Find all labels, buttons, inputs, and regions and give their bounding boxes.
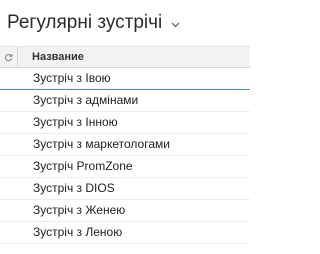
row-label: Зустріч з Інною — [33, 115, 118, 129]
row-label: Зустріч з Женею — [33, 203, 126, 217]
page-title-dropdown[interactable]: Регулярні зустрічі — [7, 12, 180, 34]
grid-header: Название — [0, 46, 250, 68]
column-header-name[interactable]: Название — [32, 51, 84, 64]
table-row[interactable]: Зустріч з адмінами — [0, 90, 250, 112]
refresh-button[interactable] — [0, 47, 18, 68]
row-label: Зустріч з Івою — [33, 71, 111, 85]
row-label: Зустріч з DIOS — [33, 181, 115, 195]
table-row[interactable]: Зустріч PromZone — [0, 156, 250, 178]
row-label: Зустріч PromZone — [33, 159, 133, 173]
page-title: Регулярні зустрічі — [7, 12, 163, 34]
row-label: Зустріч з Леною — [33, 225, 123, 239]
row-label: Зустріч з адмінами — [33, 93, 139, 107]
chevron-down-icon — [171, 12, 180, 34]
table-row[interactable]: Зустріч з Інною — [0, 112, 250, 134]
row-label: Зустріч з маркетологами — [33, 137, 170, 151]
table-row[interactable]: Зустріч з Леною — [0, 222, 250, 244]
table-row[interactable]: Зустріч з маркетологами — [0, 134, 250, 156]
table-row[interactable]: Зустріч з DIOS — [0, 178, 250, 200]
refresh-icon — [4, 49, 13, 67]
grid-rows: Зустріч з Івою Зустріч з адмінами Зустрі… — [0, 68, 250, 244]
table-row[interactable]: Зустріч з Женею — [0, 200, 250, 222]
page-header: Регулярні зустрічі — [0, 0, 250, 46]
table-row[interactable]: Зустріч з Івою — [0, 68, 250, 90]
